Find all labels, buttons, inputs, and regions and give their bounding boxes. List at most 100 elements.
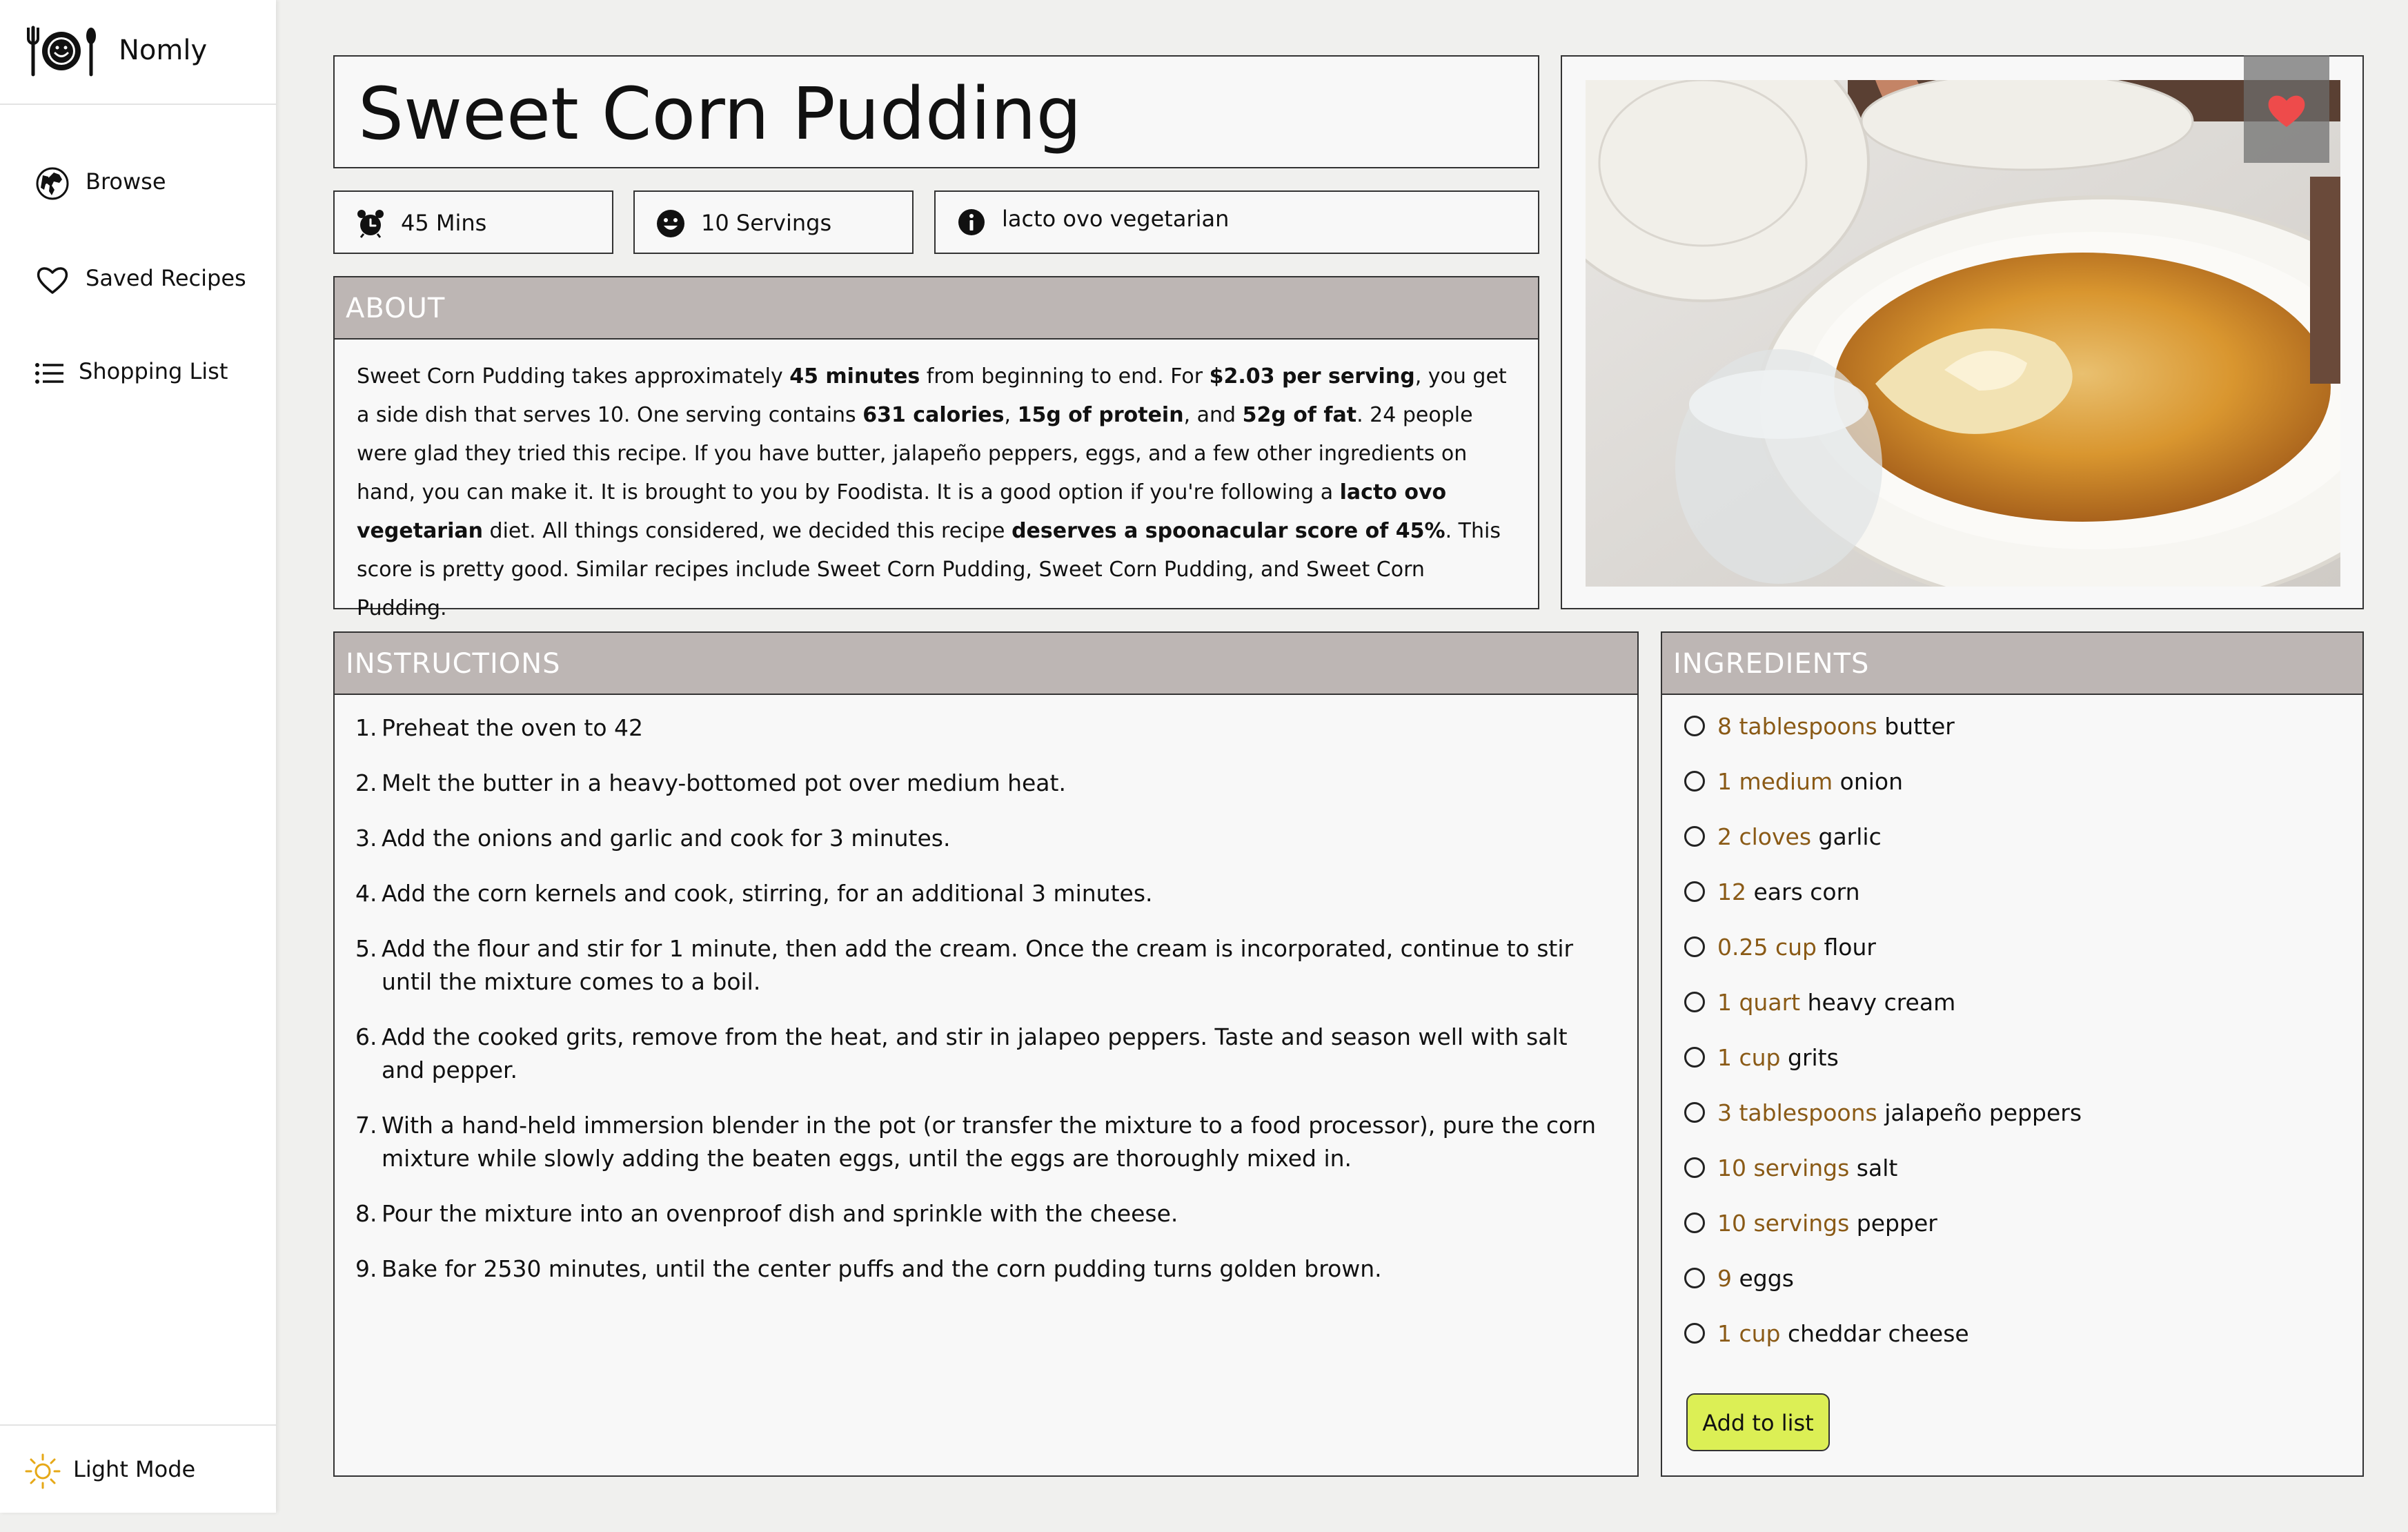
ingredient-label: 0.25 cup flour <box>1717 932 1876 963</box>
about-highlight: 631 calories <box>862 403 1005 427</box>
step-text: Add the flour and stir for 1 minute, the… <box>382 935 1574 995</box>
sidebar-item-browse[interactable]: Browse <box>0 150 276 213</box>
sidebar-item-saved-recipes[interactable]: Saved Recipes <box>0 247 276 309</box>
light-mode-toggle[interactable]: Light Mode <box>0 1424 276 1513</box>
ingredient-amount: 0.25 cup <box>1717 934 1817 961</box>
step-number: 9. <box>355 1255 377 1282</box>
ingredient-item[interactable]: 10 servings pepper <box>1684 1208 2347 1264</box>
ingredient-checkbox[interactable] <box>1684 1212 1705 1233</box>
ingredient-label: 1 cup cheddar cheese <box>1717 1319 1969 1349</box>
ingredient-label: 1 cup grits <box>1717 1043 1839 1073</box>
time-label: 45 Mins <box>401 210 487 236</box>
ingredient-item[interactable]: 2 cloves garlic <box>1684 822 2347 877</box>
ingredient-item[interactable]: 0.25 cup flour <box>1684 932 2347 988</box>
about-text-segment: , <box>1004 403 1018 427</box>
favorite-button[interactable] <box>2244 55 2329 163</box>
step-number: 7. <box>355 1112 377 1139</box>
ingredient-checkbox[interactable] <box>1684 1047 1705 1068</box>
ingredient-item[interactable]: 1 quart heavy cream <box>1684 988 2347 1043</box>
about-highlight: 45 minutes <box>789 364 920 389</box>
ingredient-amount: 3 tablespoons <box>1717 1099 1877 1126</box>
ingredient-checkbox[interactable] <box>1684 881 1705 902</box>
ingredient-name: onion <box>1839 768 1904 795</box>
instruction-step: 2. Melt the butter in a heavy-bottomed po… <box>355 767 1604 800</box>
instruction-step: 4. Add the corn kernels and cook, stirrin… <box>355 877 1604 910</box>
ingredient-name: pepper <box>1856 1210 1937 1237</box>
diet-badge: lacto ovo vegetarian <box>934 190 1539 254</box>
ingredient-item[interactable]: 9 eggs <box>1684 1264 2347 1319</box>
ingredient-checkbox[interactable] <box>1684 1102 1705 1123</box>
globe-icon <box>36 167 69 200</box>
ingredient-name: salt <box>1856 1155 1898 1181</box>
step-number: 8. <box>355 1200 377 1227</box>
sidebar-item-label: Saved Recipes <box>86 265 246 291</box>
instruction-step: 1. Preheat the oven to 42 <box>355 711 1604 745</box>
ingredient-checkbox[interactable] <box>1684 1268 1705 1288</box>
about-panel: ABOUT Sweet Corn Pudding takes approxima… <box>333 276 1539 620</box>
alarm-clock-icon <box>357 210 384 238</box>
about-text: Sweet Corn Pudding takes approximately 4… <box>357 357 1516 628</box>
ingredient-amount: 1 quart <box>1717 989 1801 1016</box>
ingredients-list: 8 tablespoons butter 1 medium onion 2 clov… <box>1684 711 2347 1374</box>
sun-icon <box>25 1453 61 1489</box>
ingredient-checkbox[interactable] <box>1684 716 1705 736</box>
brand-header[interactable]: Nomly <box>0 0 276 105</box>
logo-icon <box>27 26 96 77</box>
instructions-header-label: INSTRUCTIONS <box>346 648 561 680</box>
ingredient-name: grits <box>1788 1044 1839 1071</box>
ingredient-item[interactable]: 12 ears corn <box>1684 877 2347 932</box>
ingredient-checkbox[interactable] <box>1684 992 1705 1012</box>
heart-filled-icon <box>2268 95 2305 127</box>
ingredient-item[interactable]: 10 servings salt <box>1684 1153 2347 1208</box>
ingredient-amount: 1 cup <box>1717 1044 1781 1071</box>
ingredient-name: garlic <box>1818 823 1882 850</box>
instructions-list: 1. Preheat the oven to 42 2. Melt the butte… <box>355 711 1604 1308</box>
about-text-segment: Sweet Corn Pudding takes approximately <box>357 364 790 389</box>
ingredient-item[interactable]: 8 tablespoons butter <box>1684 711 2347 767</box>
ingredient-item[interactable]: 1 cup grits <box>1684 1043 2347 1098</box>
instructions-header: INSTRUCTIONS <box>335 633 1637 695</box>
ingredient-name: cheddar cheese <box>1788 1320 1969 1347</box>
about-highlight: $2.03 per serving <box>1209 364 1415 389</box>
ingredient-label: 2 cloves garlic <box>1717 822 1882 852</box>
about-highlight: 15g of protein <box>1017 403 1184 427</box>
diet-label: lacto ovo vegetarian <box>1002 206 1230 232</box>
ingredient-checkbox[interactable] <box>1684 1323 1705 1344</box>
ingredient-item[interactable]: 3 tablespoons jalapeño peppers <box>1684 1098 2347 1153</box>
about-header: ABOUT <box>335 277 1538 340</box>
about-header-label: ABOUT <box>346 293 446 324</box>
ingredient-label: 10 servings pepper <box>1717 1208 1937 1239</box>
ingredient-name: flour <box>1824 934 1876 961</box>
ingredient-amount: 1 cup <box>1717 1320 1781 1347</box>
step-number: 6. <box>355 1023 377 1050</box>
step-text: Melt the butter in a heavy-bottomed pot … <box>382 769 1066 796</box>
ingredients-panel: INGREDIENTS 8 tablespoons butter 1 medium… <box>1661 631 2364 1477</box>
step-number: 3. <box>355 825 377 852</box>
ingredient-checkbox[interactable] <box>1684 771 1705 792</box>
servings-label: 10 Servings <box>701 210 832 236</box>
step-text: Pour the mixture into an ovenproof dish … <box>382 1200 1178 1227</box>
add-to-list-button[interactable]: Add to list <box>1686 1393 1830 1451</box>
recipe-title: Sweet Corn Pudding <box>358 72 1082 156</box>
step-text: With a hand-held immersion blender in th… <box>382 1112 1597 1172</box>
ingredient-checkbox[interactable] <box>1684 1157 1705 1178</box>
ingredient-item[interactable]: 1 cup cheddar cheese <box>1684 1319 2347 1374</box>
instruction-step: 8. Pour the mixture into an ovenproof dis… <box>355 1197 1604 1230</box>
about-text-segment: , and <box>1183 403 1243 427</box>
ingredient-name: ears corn <box>1753 878 1860 905</box>
sidebar-item-shopping-list[interactable]: Shopping List <box>0 340 276 402</box>
about-highlight: 52g of fat <box>1242 403 1357 427</box>
ingredient-checkbox[interactable] <box>1684 826 1705 847</box>
servings-badge: 10 Servings <box>633 190 914 254</box>
ingredient-label: 3 tablespoons jalapeño peppers <box>1717 1098 2082 1128</box>
recipe-photo <box>1586 80 2340 587</box>
ingredient-item[interactable]: 1 medium onion <box>1684 767 2347 822</box>
sidebar-item-label: Shopping List <box>79 358 228 384</box>
ingredient-label: 1 medium onion <box>1717 767 1903 797</box>
instruction-step: 5. Add the flour and stir for 1 minute, t… <box>355 932 1604 999</box>
ingredient-name: eggs <box>1739 1265 1794 1292</box>
step-text: Preheat the oven to 42 <box>382 714 644 741</box>
ingredient-amount: 8 tablespoons <box>1717 713 1877 740</box>
ingredient-checkbox[interactable] <box>1684 936 1705 957</box>
time-badge: 45 Mins <box>333 190 613 254</box>
